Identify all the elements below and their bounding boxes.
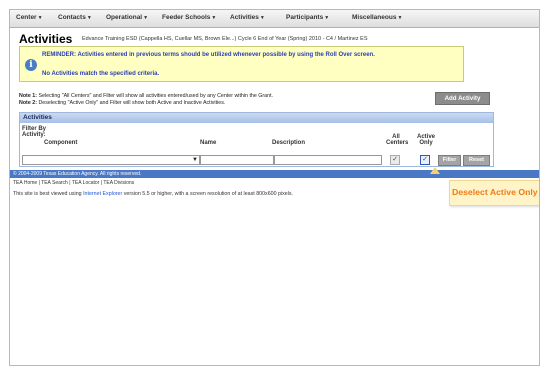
no-match-message: No Activities match the specified criter… (42, 71, 160, 77)
menu-center[interactable]: Center▼ (16, 14, 43, 21)
chevron-down-icon: ▼ (143, 15, 149, 21)
page-title: Activities (19, 32, 73, 46)
menu-miscellaneous[interactable]: Miscellaneous▼ (352, 14, 402, 21)
browser-note: This site is best viewed using Internet … (13, 191, 294, 197)
chevron-down-icon: ▼ (37, 15, 43, 21)
copyright-bar: © 2004-2009 Texas Education Agency. All … (10, 170, 539, 178)
menu-participants[interactable]: Participants▼ (286, 14, 329, 21)
col-header-name: Name (200, 140, 217, 146)
col-header-active-only: Active Only (416, 134, 435, 146)
active-only-checkbox[interactable]: ✓ (420, 155, 430, 165)
footer-links[interactable]: TEA Home | TEA Search | TEA Locator | TE… (13, 180, 134, 186)
note-2: Note 2: Deselecting "Active Only" and Fi… (19, 100, 226, 106)
name-filter-input[interactable] (200, 155, 274, 165)
activities-panel-header: Activities (20, 113, 493, 123)
reminder-text: REMINDER: Activities entered in previous… (42, 52, 375, 58)
filter-by-label: Filter By Activity: (22, 126, 47, 138)
reminder-box: i REMINDER: Activities entered in previo… (19, 46, 464, 82)
component-select[interactable] (22, 155, 200, 165)
internet-explorer-link[interactable]: Internet Explorer (83, 191, 122, 197)
menu-operational[interactable]: Operational▼ (106, 14, 148, 21)
chevron-down-icon: ▼ (397, 15, 403, 21)
chevron-down-icon[interactable]: ▼ (192, 157, 198, 163)
chevron-down-icon: ▼ (324, 15, 330, 21)
activities-panel: Activities Filter By Activity: Component… (19, 112, 494, 167)
grant-context: Edvance Training ESD (Cappella HS, Cuell… (82, 36, 368, 42)
menu-activities[interactable]: Activities▼ (230, 14, 265, 21)
note-1: Note 1: Selecting "All Centers" and Filt… (19, 93, 274, 99)
chevron-down-icon: ▼ (86, 15, 92, 21)
chevron-down-icon: ▼ (259, 15, 265, 21)
menu-feeder-schools[interactable]: Feeder Schools▼ (162, 14, 216, 21)
callout-pointer (430, 167, 440, 174)
chevron-down-icon: ▼ (211, 15, 217, 21)
col-header-all-centers: All Centers (386, 134, 409, 146)
tutorial-callout: Deselect Active Only (449, 180, 539, 206)
all-centers-checkbox[interactable]: ✓ (390, 155, 400, 165)
add-activity-button[interactable]: Add Activity (435, 92, 490, 105)
app-window: Center▼ Contacts▼ Operational▼ Feeder Sc… (9, 9, 540, 366)
main-menu-bar: Center▼ Contacts▼ Operational▼ Feeder Sc… (10, 10, 539, 28)
reset-button[interactable]: Reset (463, 155, 490, 166)
info-icon: i (25, 59, 37, 71)
col-header-component: Component (44, 140, 78, 146)
description-filter-input[interactable] (274, 155, 382, 165)
col-header-description: Description (272, 140, 306, 146)
filter-button[interactable]: Filter (438, 155, 461, 166)
menu-contacts[interactable]: Contacts▼ (58, 14, 92, 21)
